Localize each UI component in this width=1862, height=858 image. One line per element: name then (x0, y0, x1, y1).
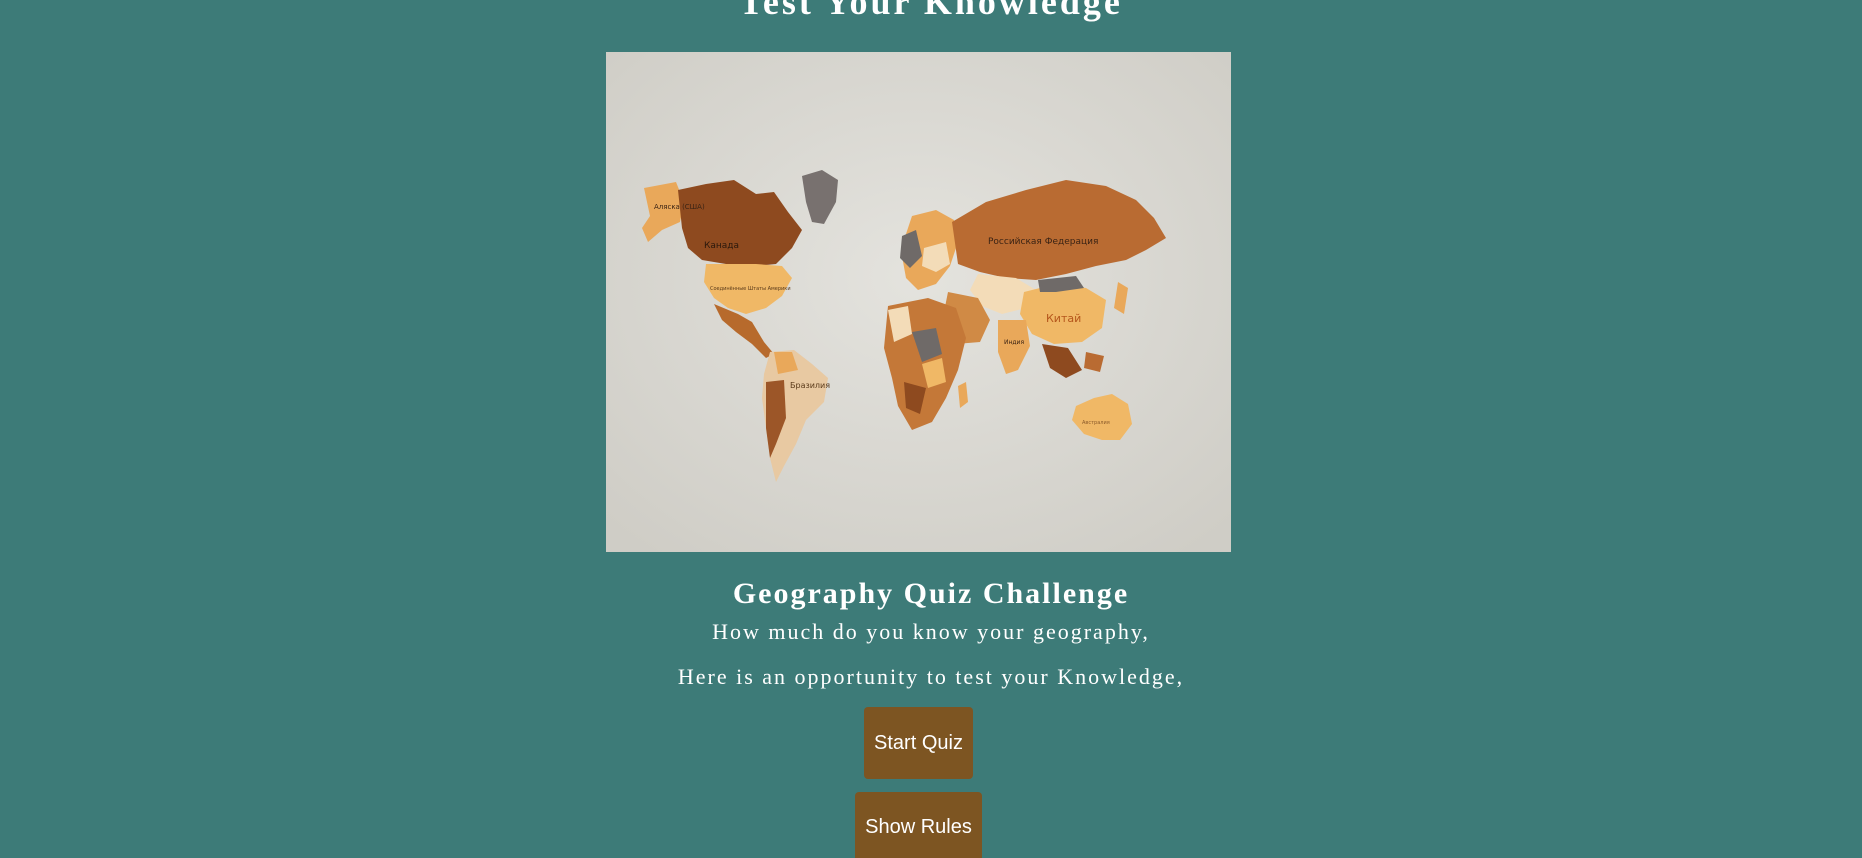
svg-text:Бразилия: Бразилия (790, 381, 830, 390)
svg-text:Индия: Индия (1004, 339, 1024, 346)
quiz-description-line-1: How much do you know your geography, (712, 619, 1150, 644)
start-quiz-button[interactable]: Start Quiz (864, 707, 973, 779)
svg-text:Российская Федерация: Российская Федерация (988, 237, 1098, 247)
svg-text:Китай: Китай (1046, 312, 1081, 325)
svg-text:Аляска (США): Аляска (США) (654, 203, 705, 211)
quiz-landing-page: Test Your Knowledge Аляска (США) Канада … (0, 0, 1862, 858)
world-map-image: Аляска (США) Канада Соединённые Штаты Ам… (606, 52, 1231, 552)
svg-text:Соединённые Штаты Америки: Соединённые Штаты Америки (710, 286, 791, 292)
show-rules-button[interactable]: Show Rules (855, 792, 982, 858)
quiz-description-line-2: Here is an opportunity to test your Know… (677, 664, 1185, 689)
quiz-title: Geography Quiz Challenge (732, 577, 1130, 610)
svg-text:Канада: Канада (704, 241, 739, 251)
page-title: Test Your Knowledge (739, 0, 1123, 22)
svg-text:Австралия: Австралия (1082, 420, 1110, 426)
